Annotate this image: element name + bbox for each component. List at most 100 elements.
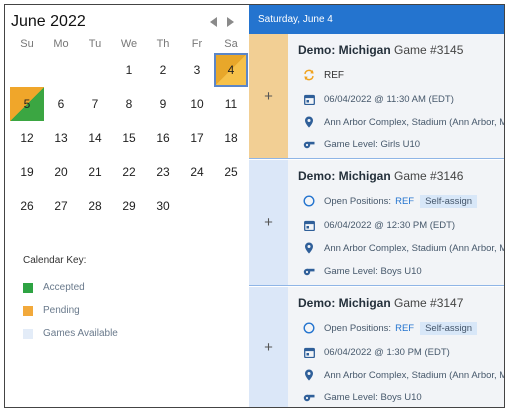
location-row: Ann Arbor Complex, Stadium (Ann Arbor, M… [303, 368, 505, 382]
game-level: Game Level: Boys U10 [324, 265, 422, 277]
calendar-day-number: 9 [159, 97, 167, 111]
calendar-day[interactable]: 25 [214, 155, 248, 189]
expand-button[interactable]: + [249, 160, 288, 285]
calendar-day-number: 24 [190, 165, 204, 179]
day-panel-header: Saturday, June 4 [249, 5, 504, 34]
datetime-row: 06/04/2022 @ 11:30 AM (EDT) [303, 92, 454, 106]
game-datetime: 06/04/2022 @ 12:30 PM (EDT) [324, 219, 456, 231]
whistle-icon [303, 265, 315, 277]
calendar-day[interactable]: 5 [10, 87, 44, 121]
game-details: Demo: Michigan Game #3145 REF 06/04/2022… [288, 34, 504, 158]
calendar-day[interactable]: 15 [112, 121, 146, 155]
calendar-day[interactable]: 8 [112, 87, 146, 121]
key-label: Pending [43, 305, 80, 316]
game-card: + Demo: Michigan Game #3147 Open Positio… [249, 287, 505, 407]
calendar-day[interactable]: 22 [112, 155, 146, 189]
calendar-day-number: 13 [54, 131, 68, 145]
org-name: Demo: Michigan [298, 169, 391, 183]
weekday-label: Th [156, 38, 170, 50]
calendar-icon [303, 346, 315, 358]
calendar-day[interactable]: 7 [78, 87, 112, 121]
calendar-day[interactable]: 27 [44, 189, 78, 223]
weekday-label: Tu [88, 38, 102, 50]
location-pin-icon [303, 242, 315, 254]
calendar-day[interactable]: 2 [146, 53, 180, 87]
self-assign-button[interactable]: Self-assign [420, 321, 478, 335]
status-row: Open Positions: REF Self-assign [303, 321, 478, 335]
calendar-day-number: 1 [125, 63, 133, 77]
calendar-day-number: 2 [159, 63, 167, 77]
calendar-day[interactable]: 16 [146, 121, 180, 155]
self-assign-button[interactable]: Self-assign [420, 194, 478, 208]
calendar-day-number: 25 [224, 165, 238, 179]
weekday-label: We [120, 38, 138, 50]
calendar-day[interactable]: 3 [180, 53, 214, 87]
calendar-day[interactable]: 10 [180, 87, 214, 121]
calendar-day-number: 21 [88, 165, 102, 179]
calendar-day[interactable]: 1 [112, 53, 146, 87]
location-pin-icon [303, 369, 315, 381]
calendar-day[interactable]: 18 [214, 121, 248, 155]
expand-button[interactable]: + [249, 34, 288, 158]
game-title: Demo: Michigan Game #3146 [298, 169, 463, 183]
game-level: Game Level: Girls U10 [324, 138, 421, 150]
calendar-day-number: 4 [227, 63, 235, 77]
triangle-right-icon[interactable] [224, 16, 236, 28]
calendar-day[interactable]: 29 [112, 189, 146, 223]
datetime-row: 06/04/2022 @ 1:30 PM (EDT) [303, 345, 450, 359]
triangle-left-icon[interactable] [208, 16, 220, 28]
calendar-day[interactable]: 6 [44, 87, 78, 121]
calendar-day[interactable]: 4 [214, 53, 248, 87]
calendar-day-number: 15 [122, 131, 136, 145]
game-number: Game #3145 [394, 43, 464, 57]
weekday-label: Mo [53, 38, 69, 50]
calendar-day[interactable]: 24 [180, 155, 214, 189]
open-position-ref: REF [395, 195, 415, 207]
level-row: Game Level: Boys U10 [303, 390, 422, 404]
game-number: Game #3147 [394, 296, 464, 310]
game-datetime: 06/04/2022 @ 1:30 PM (EDT) [324, 346, 450, 358]
month-title: June 2022 [11, 13, 86, 30]
calendar-day-number: 26 [20, 199, 34, 213]
game-card: + Demo: Michigan Game #3146 Open Positio… [249, 160, 505, 286]
position-label: REF [324, 69, 344, 81]
game-title: Demo: Michigan Game #3147 [298, 296, 463, 310]
calendar-day[interactable]: 23 [146, 155, 180, 189]
calendar-day[interactable]: 19 [10, 155, 44, 189]
calendar-day[interactable]: 12 [10, 121, 44, 155]
key-games-available: Games Available [23, 322, 118, 345]
calendar-day-number: 14 [88, 131, 102, 145]
calendar-day-number: 19 [20, 165, 34, 179]
calendar-day[interactable]: 11 [214, 87, 248, 121]
calendar-day[interactable]: 21 [78, 155, 112, 189]
calendar-day-number: 8 [125, 97, 133, 111]
calendar-day[interactable]: 9 [146, 87, 180, 121]
calendar-day-number: 29 [122, 199, 136, 213]
calendar-day[interactable]: 26 [10, 189, 44, 223]
level-row: Game Level: Girls U10 [303, 137, 420, 151]
status-row: Open Positions: REF Self-assign [303, 194, 478, 208]
calendar-day[interactable]: 30 [146, 189, 180, 223]
weekday-header: Su Mo Tu We Th Fr Sa [5, 38, 248, 52]
key-pending: Pending [23, 299, 118, 322]
calendar-day[interactable]: 17 [180, 121, 214, 155]
level-row: Game Level: Boys U10 [303, 264, 422, 278]
whistle-icon [303, 391, 315, 403]
calendar-day-number: 3 [193, 63, 201, 77]
calendar-day[interactable]: 20 [44, 155, 78, 189]
expand-button[interactable]: + [249, 287, 288, 407]
calendar-day-number: 7 [91, 97, 99, 111]
game-location: Ann Arbor Complex, Stadium (Ann Arbor, M… [324, 242, 505, 254]
game-location: Ann Arbor Complex, Stadium (Ann Arbor, M… [324, 369, 505, 381]
calendar-day[interactable]: 13 [44, 121, 78, 155]
weekday-label: Sa [224, 38, 238, 50]
calendar-icon [303, 93, 315, 105]
calendar-day-number: 23 [156, 165, 170, 179]
calendar-day[interactable]: 14 [78, 121, 112, 155]
calendar-day-number: 16 [156, 131, 170, 145]
calendar-day[interactable]: 28 [78, 189, 112, 223]
game-level: Game Level: Boys U10 [324, 391, 422, 403]
calendar: June 2022 Su Mo Tu We Th Fr Sa 123456789… [5, 5, 248, 407]
calendar-day-number: 30 [156, 199, 170, 213]
game-title: Demo: Michigan Game #3145 [298, 43, 463, 57]
